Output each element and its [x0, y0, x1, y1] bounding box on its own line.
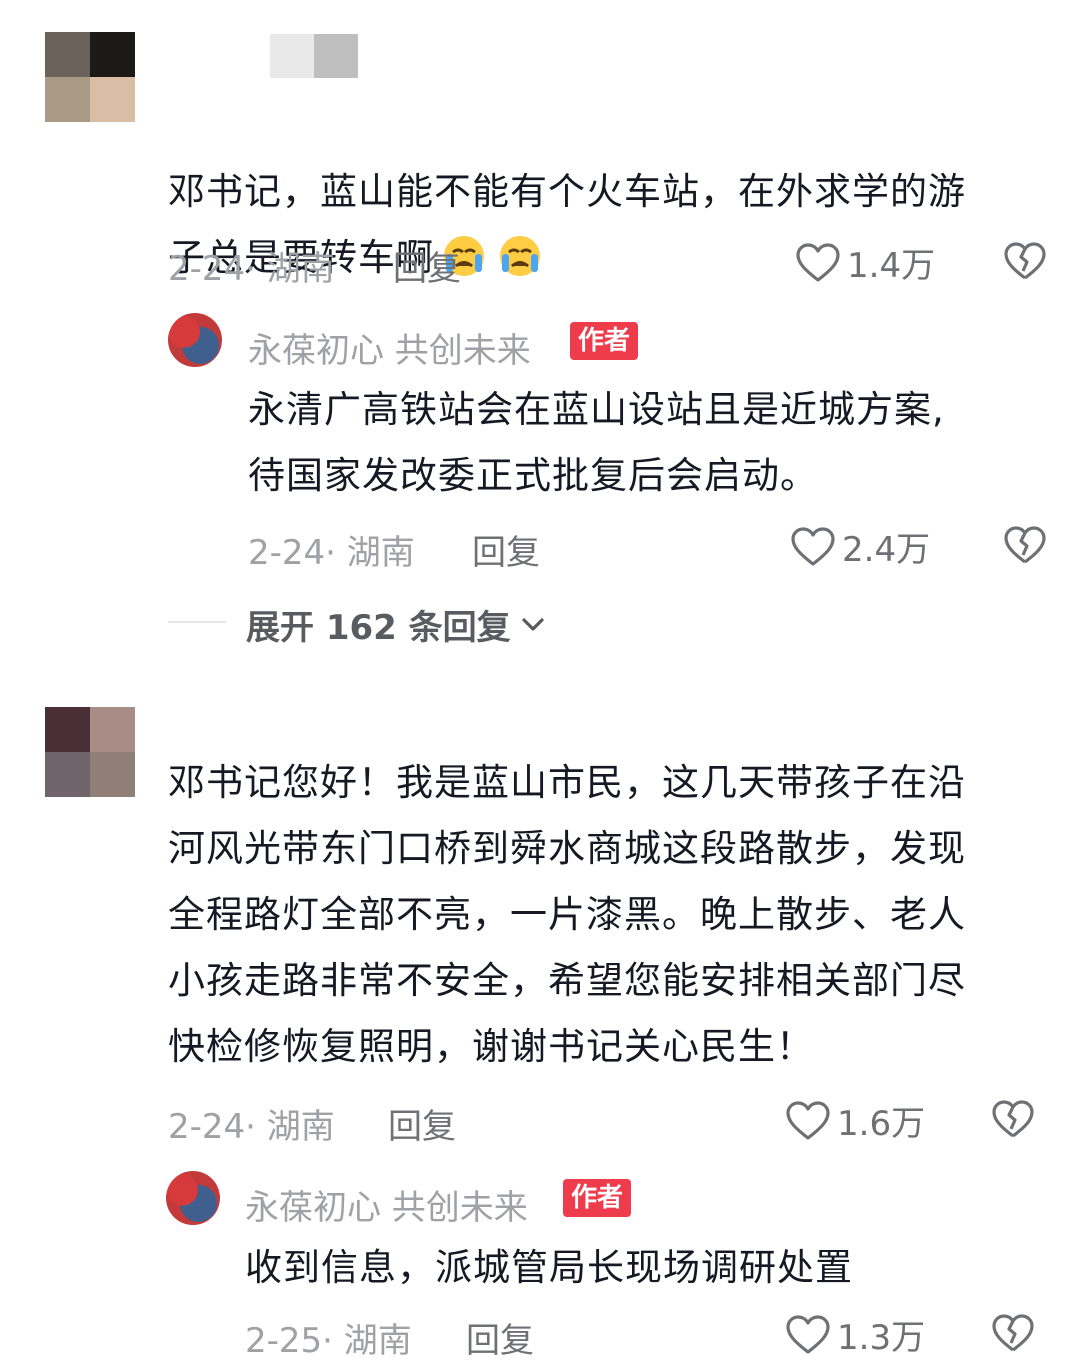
heart-icon	[786, 1314, 830, 1354]
reply-button[interactable]: 回复	[466, 1313, 534, 1362]
reply-text: 收到信息，派城管局长现场调研处置	[245, 1246, 853, 1289]
comment-meta: 2-24· 湖南	[168, 1107, 335, 1147]
heart-icon	[786, 1100, 830, 1140]
like-count: 1.6万	[837, 1104, 926, 1144]
reply-button[interactable]: 回复	[472, 525, 540, 574]
like-count: 1.4万	[847, 246, 936, 286]
author-avatar[interactable]	[168, 313, 222, 367]
author-badge: 作者	[563, 1179, 632, 1217]
dislike-icon[interactable]	[1003, 525, 1047, 565]
username-mosaic[interactable]	[270, 34, 358, 78]
like-count: 1.3万	[837, 1318, 926, 1358]
crying-face-icon	[490, 236, 546, 279]
like-count: 2.4万	[842, 530, 931, 570]
avatar[interactable]	[45, 32, 135, 122]
like-button[interactable]: 1.4万	[795, 238, 935, 287]
like-button[interactable]: 2.4万	[790, 522, 930, 571]
dislike-icon[interactable]	[991, 1099, 1035, 1139]
dislike-icon[interactable]	[1003, 241, 1047, 281]
reply-button[interactable]: 回复	[388, 1099, 456, 1148]
expand-replies-button[interactable]: 展开 162 条回复	[246, 600, 547, 649]
heart-icon	[796, 242, 840, 282]
author-name[interactable]: 永葆初心 共创未来	[245, 1180, 528, 1229]
reply-button[interactable]: 回复	[393, 241, 461, 290]
like-button[interactable]: 1.6万	[785, 1096, 925, 1145]
expand-replies-label: 展开 162 条回复	[246, 608, 511, 648]
comment-meta: 2-24· 湖南	[168, 249, 335, 289]
chevron-down-icon	[522, 617, 544, 631]
expand-divider	[168, 621, 226, 623]
author-name[interactable]: 永葆初心 共创未来	[248, 323, 531, 372]
reply-text: 永清广高铁站会在蓝山设站且是近城方案, 待国家发改委正式批复后会启动。	[248, 388, 945, 497]
like-button[interactable]: 1.3万	[785, 1310, 925, 1359]
reply-meta: 2-25· 湖南	[245, 1321, 412, 1361]
comment-text: 邓书记您好！我是蓝山市民，这几天带孩子在沿 河风光带东门口桥到舜水商城这段路散步…	[168, 761, 966, 1068]
dislike-icon[interactable]	[991, 1313, 1035, 1353]
avatar[interactable]	[45, 707, 135, 797]
author-badge: 作者	[570, 322, 639, 360]
reply-meta: 2-24· 湖南	[248, 533, 415, 573]
author-avatar[interactable]	[166, 1171, 220, 1225]
heart-icon	[791, 526, 835, 566]
